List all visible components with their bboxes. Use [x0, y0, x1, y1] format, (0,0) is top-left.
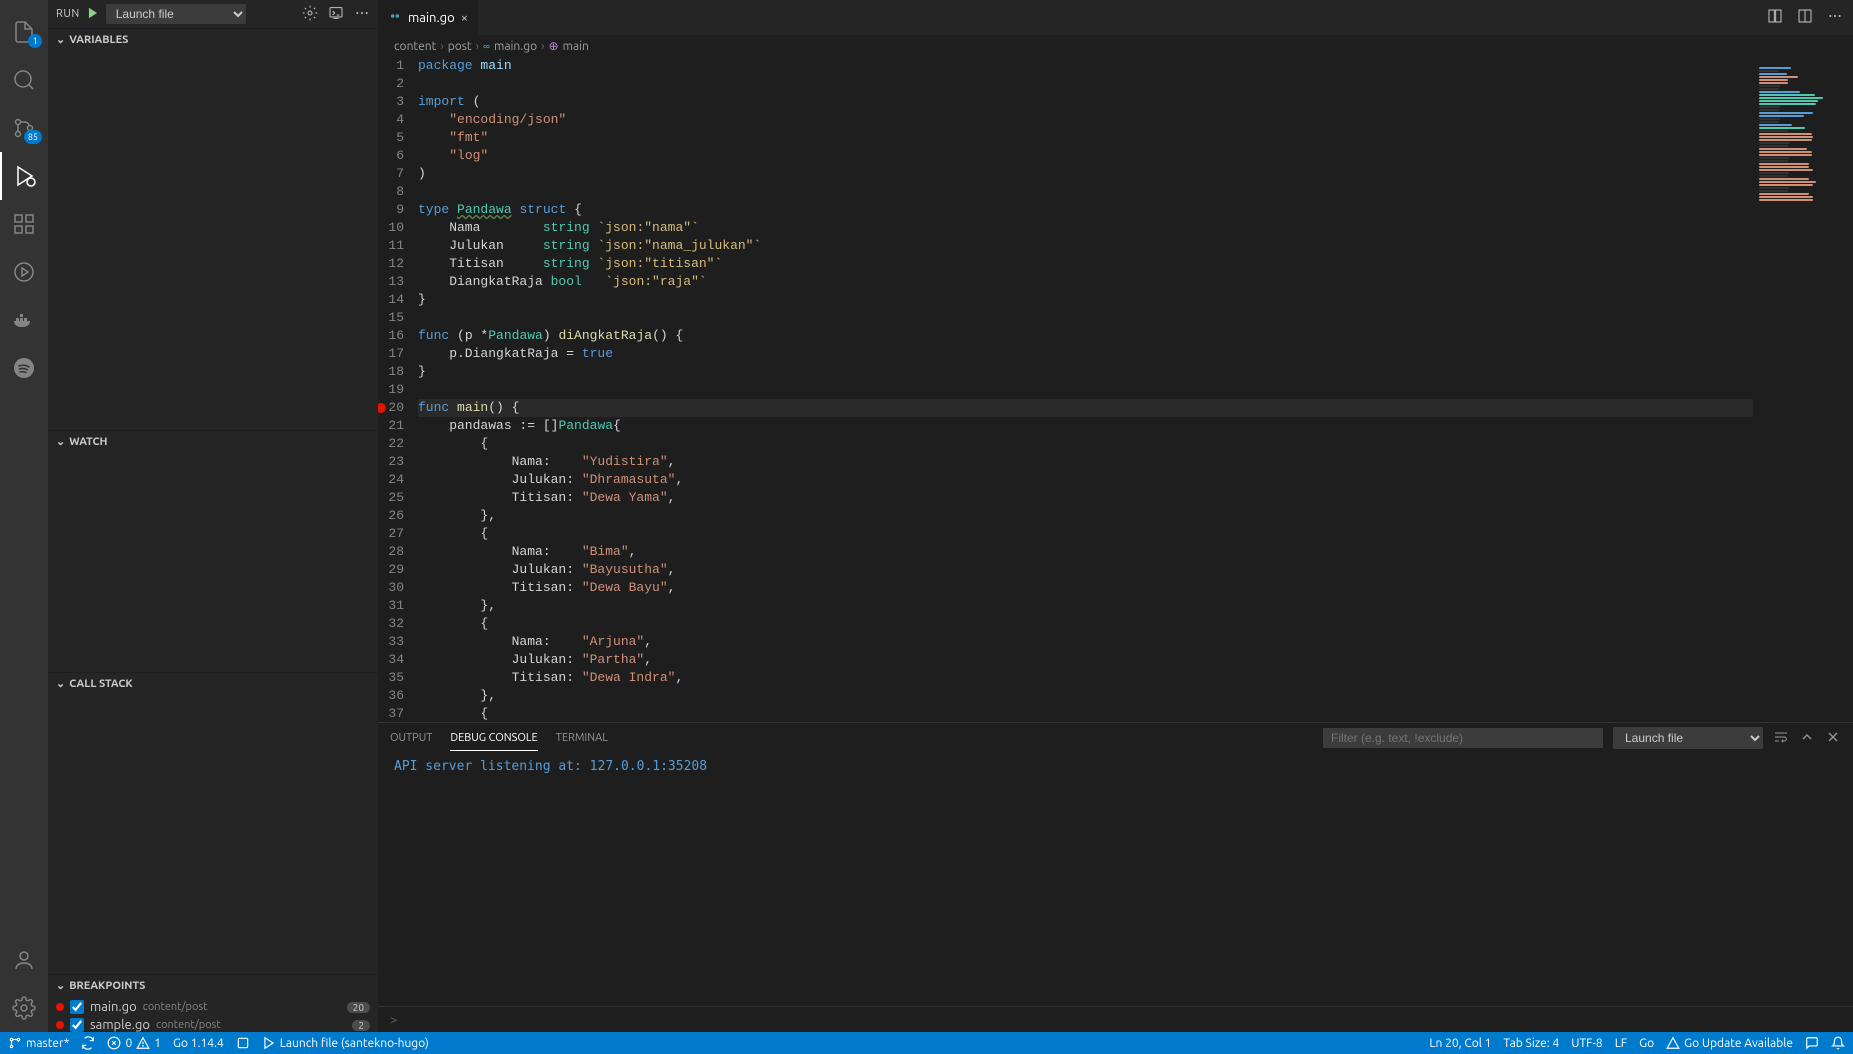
run-header: RUN Launch file [48, 0, 378, 28]
editor-area: main.go × content› post› ∞ main.go› ⊕ ma… [378, 0, 1853, 1032]
status-sync[interactable] [81, 1036, 95, 1050]
activity-bar: 1 85 [0, 0, 48, 1032]
status-go-update[interactable]: Go Update Available [1666, 1036, 1793, 1050]
status-encoding[interactable]: UTF-8 [1571, 1037, 1602, 1050]
more-icon[interactable] [354, 5, 370, 24]
status-branch[interactable]: master* [8, 1036, 69, 1050]
go-file-icon: ∞ [483, 40, 490, 53]
status-cursor[interactable]: Ln 20, Col 1 [1429, 1037, 1491, 1050]
gear-icon[interactable] [302, 5, 318, 24]
tab-terminal[interactable]: TERMINAL [556, 726, 608, 750]
func-icon: ⊕ [549, 39, 559, 53]
status-language[interactable]: Go [1639, 1037, 1654, 1050]
run-label: RUN [56, 8, 80, 20]
tab-debug-console[interactable]: DEBUG CONSOLE [450, 726, 537, 751]
extensions-icon[interactable] [0, 200, 48, 248]
editor-tabs: main.go × [378, 0, 1853, 35]
breakpoint-dot-icon [56, 1021, 64, 1029]
status-tab-size[interactable]: Tab Size: 4 [1503, 1037, 1559, 1050]
code-editor[interactable]: 1234567891011121314151617181920212223242… [378, 57, 1853, 722]
minimap[interactable] [1753, 57, 1853, 722]
debug-console-icon[interactable] [328, 5, 344, 24]
close-panel-icon[interactable] [1825, 729, 1841, 748]
status-launch[interactable]: Launch file (santekno-hugo) [262, 1036, 429, 1050]
status-analysis-icon[interactable] [236, 1036, 250, 1050]
bottom-panel: OUTPUT DEBUG CONSOLE TERMINAL Launch fil… [378, 722, 1853, 1032]
chevron-up-icon[interactable] [1799, 729, 1815, 748]
start-debug-icon[interactable] [86, 6, 100, 23]
status-notifications-icon[interactable] [1831, 1036, 1845, 1050]
status-feedback-icon[interactable] [1805, 1036, 1819, 1050]
debug-console-input[interactable]: > [378, 1006, 1853, 1032]
variables-section: ⌄VARIABLES [48, 28, 378, 430]
panel-tabs: OUTPUT DEBUG CONSOLE TERMINAL Launch fil… [378, 723, 1853, 753]
accounts-icon[interactable] [0, 936, 48, 984]
status-eol[interactable]: LF [1615, 1037, 1627, 1050]
status-problems[interactable]: 0 1 [107, 1036, 161, 1050]
tab-label: main.go [408, 11, 455, 25]
breakpoints-header[interactable]: ⌄BREAKPOINTS [48, 975, 378, 996]
live-icon[interactable] [0, 248, 48, 296]
explorer-icon[interactable]: 1 [0, 8, 48, 56]
word-wrap-icon[interactable] [1773, 729, 1789, 748]
search-icon[interactable] [0, 56, 48, 104]
breakpoints-section: ⌄BREAKPOINTS main.gocontent/post20sample… [48, 974, 378, 1032]
callstack-header[interactable]: ⌄CALL STACK [48, 673, 378, 694]
variables-header[interactable]: ⌄VARIABLES [48, 29, 378, 50]
status-go-version[interactable]: Go 1.14.4 [173, 1037, 224, 1050]
debug-console-output: API server listening at: 127.0.0.1:35208 [378, 753, 1853, 1006]
callstack-section: ⌄CALL STACK [48, 672, 378, 974]
tab-main-go[interactable]: main.go × [378, 0, 479, 35]
go-file-icon [388, 9, 402, 26]
panel-config-select[interactable]: Launch file [1613, 727, 1763, 749]
tab-output[interactable]: OUTPUT [390, 726, 432, 750]
scm-badge: 85 [24, 130, 42, 144]
breadcrumb[interactable]: content› post› ∞ main.go› ⊕ main [378, 35, 1853, 57]
debug-sidebar: RUN Launch file ⌄VARIABLES ⌄WATCH ⌄CALL … [48, 0, 378, 1032]
settings-icon[interactable] [0, 984, 48, 1032]
breakpoint-dot-icon [56, 1003, 64, 1011]
explorer-badge: 1 [28, 34, 42, 48]
watch-section: ⌄WATCH [48, 430, 378, 672]
panel-filter-input[interactable] [1323, 728, 1603, 748]
source-control-icon[interactable]: 85 [0, 104, 48, 152]
split-icon[interactable] [1797, 8, 1813, 27]
breakpoint-row[interactable]: sample.gocontent/post2 [48, 1016, 378, 1032]
close-tab-icon[interactable]: × [461, 11, 468, 25]
more-tab-icon[interactable] [1827, 8, 1843, 27]
spotify-icon[interactable] [0, 344, 48, 392]
docker-icon[interactable] [0, 296, 48, 344]
breakpoint-checkbox[interactable] [70, 1018, 84, 1032]
debug-config-select[interactable]: Launch file [106, 4, 246, 24]
breakpoint-row[interactable]: main.gocontent/post20 [48, 998, 378, 1016]
watch-header[interactable]: ⌄WATCH [48, 431, 378, 452]
compare-icon[interactable] [1767, 8, 1783, 27]
breakpoint-checkbox[interactable] [70, 1000, 84, 1014]
run-debug-icon[interactable] [0, 152, 48, 200]
status-bar: master* 0 1 Go 1.14.4 Launch file (sante… [0, 1032, 1853, 1054]
